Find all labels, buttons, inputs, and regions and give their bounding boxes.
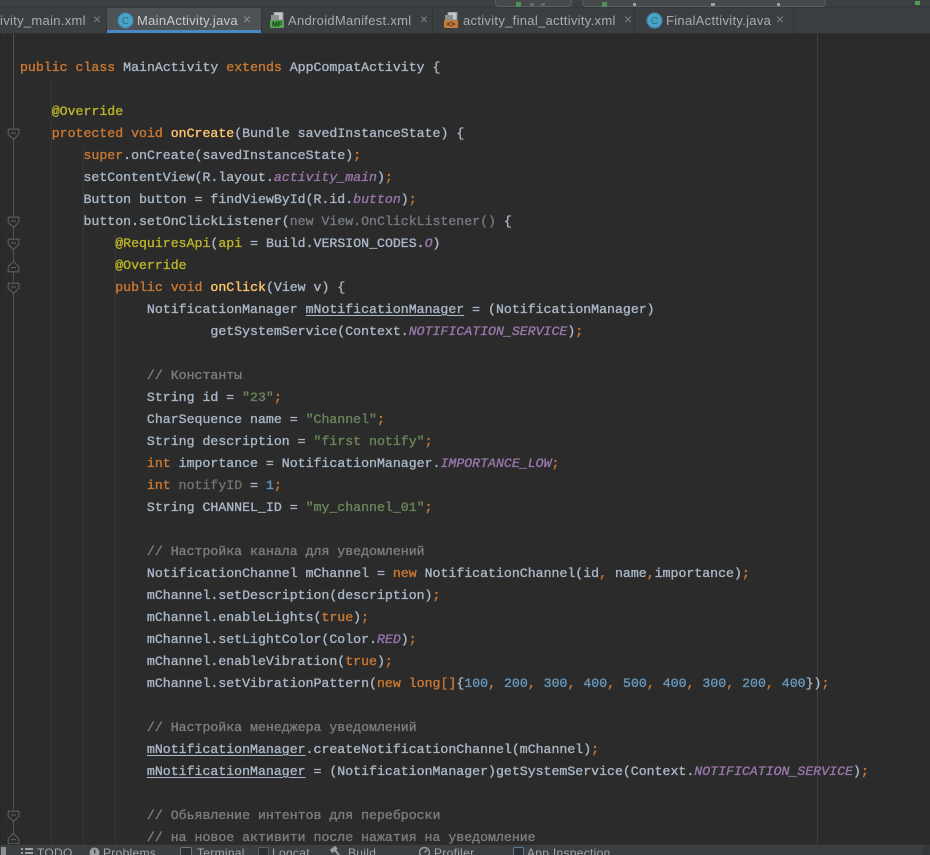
svg-text:C: C [122, 16, 129, 27]
svg-text:<>: <> [447, 22, 455, 29]
svg-text:MF: MF [272, 22, 283, 29]
svg-text:C: C [651, 16, 658, 27]
